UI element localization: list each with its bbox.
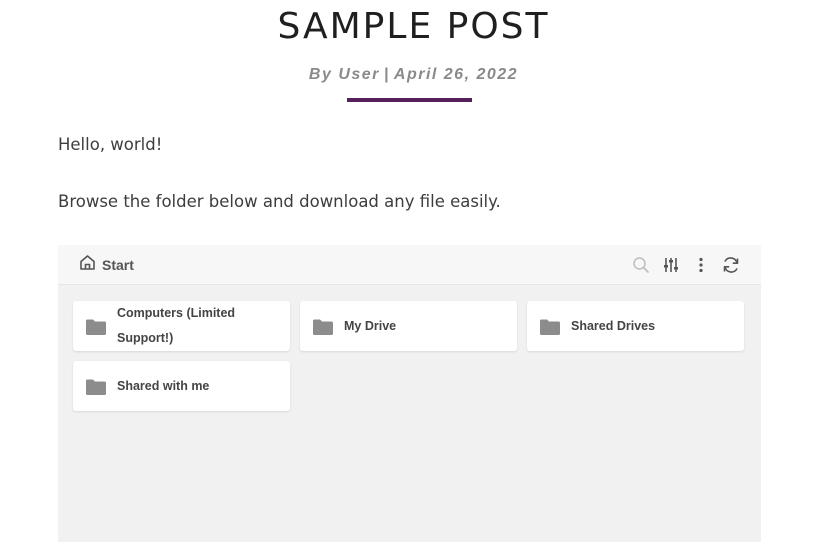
folder-shared-with-me[interactable]: Shared with me	[73, 361, 290, 411]
post-title: SAMPLE POST	[277, 6, 550, 47]
folder-label: Shared with me	[117, 378, 210, 393]
post-paragraph-2: Browse the folder below and download any…	[58, 192, 501, 211]
folder-icon	[539, 318, 561, 341]
post-date[interactable]: April 26, 2022	[394, 66, 518, 83]
byline-separator: |	[383, 66, 390, 83]
breadcrumb-label: Start	[102, 257, 134, 273]
folder-label: My Drive	[344, 318, 397, 333]
folder-label: Shared Drives	[571, 318, 656, 333]
file-browser-toolbar: Start	[58, 245, 761, 285]
folder-icon	[312, 318, 334, 341]
folder-computers[interactable]: Computers (Limited Support!)	[73, 301, 290, 351]
post-paragraph-1: Hello, world!	[58, 135, 163, 154]
refresh-icon[interactable]	[721, 255, 741, 275]
folder-icon	[85, 318, 107, 341]
folder-my-drive[interactable]: My Drive	[300, 301, 517, 351]
filter-sliders-icon[interactable]	[661, 255, 681, 275]
title-underline	[347, 98, 472, 102]
post-byline: By User | April 26, 2022	[0, 66, 827, 84]
file-browser: Start Computers (Limited Support!) My Dr…	[58, 245, 761, 542]
breadcrumb-start[interactable]: Start	[79, 255, 134, 275]
folder-shared-drives[interactable]: Shared Drives	[527, 301, 744, 351]
post-author[interactable]: By User	[309, 66, 380, 83]
folder-icon	[85, 378, 107, 401]
home-icon	[79, 254, 96, 276]
search-icon[interactable]	[631, 255, 651, 275]
more-vertical-icon[interactable]	[691, 255, 711, 275]
folder-label: Computers (Limited Support!)	[117, 306, 236, 345]
